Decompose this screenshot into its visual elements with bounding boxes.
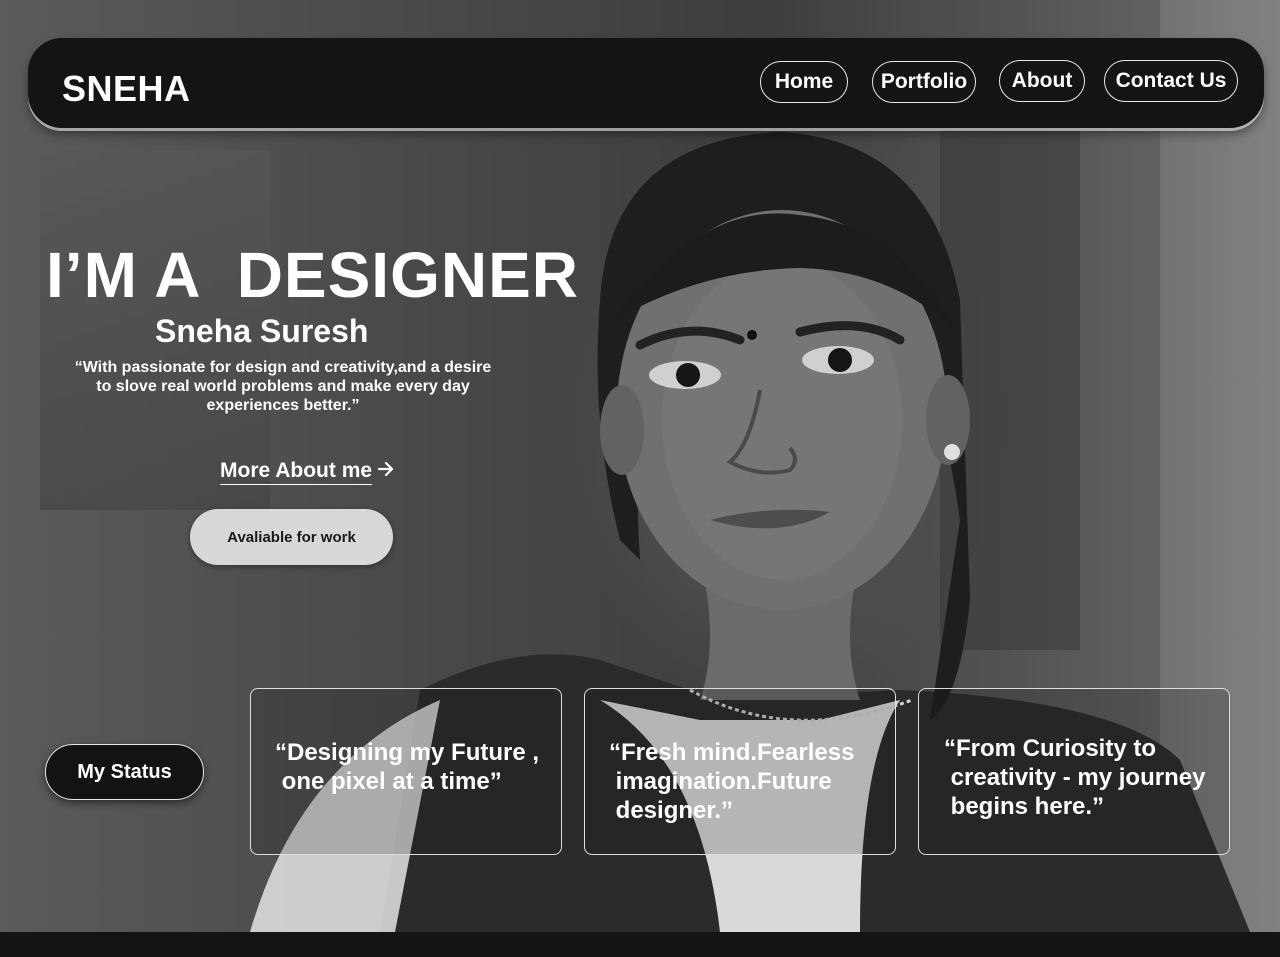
status-card: “From Curiosity to creativity - my journ…: [918, 688, 1230, 855]
status-card: “Designing my Future , one pixel at a ti…: [250, 688, 562, 855]
status-card-text: “From Curiosity to creativity - my journ…: [944, 735, 1206, 820]
brand-logo[interactable]: SNEHA: [62, 68, 191, 110]
hero-name: Sneha Suresh: [155, 313, 369, 349]
hero-quote: “With passionate for design and creativi…: [74, 359, 492, 414]
navbar: SNEHA Home Portfolio About Contact Us: [28, 38, 1264, 128]
more-about-me-link[interactable]: More About me: [220, 458, 396, 485]
more-about-me-label: More About me: [220, 458, 373, 485]
bottom-bar: [0, 932, 1280, 957]
nav-contact-us[interactable]: Contact Us: [1104, 60, 1238, 102]
nav-about[interactable]: About: [999, 60, 1085, 102]
nav-portfolio[interactable]: Portfolio: [872, 61, 976, 103]
status-card-text: “Designing my Future , one pixel at a ti…: [275, 739, 540, 795]
hero-headline: I’M A DESIGNER: [46, 239, 579, 311]
my-status-button[interactable]: My Status: [45, 744, 204, 800]
arrow-right-icon: [376, 459, 396, 485]
nav-home[interactable]: Home: [760, 61, 848, 103]
status-card-text: “Fresh mind.Fearless imagination.Future …: [609, 739, 855, 824]
available-for-work-button[interactable]: Avaliable for work: [190, 509, 393, 565]
status-card: “Fresh mind.Fearless imagination.Future …: [584, 688, 896, 855]
